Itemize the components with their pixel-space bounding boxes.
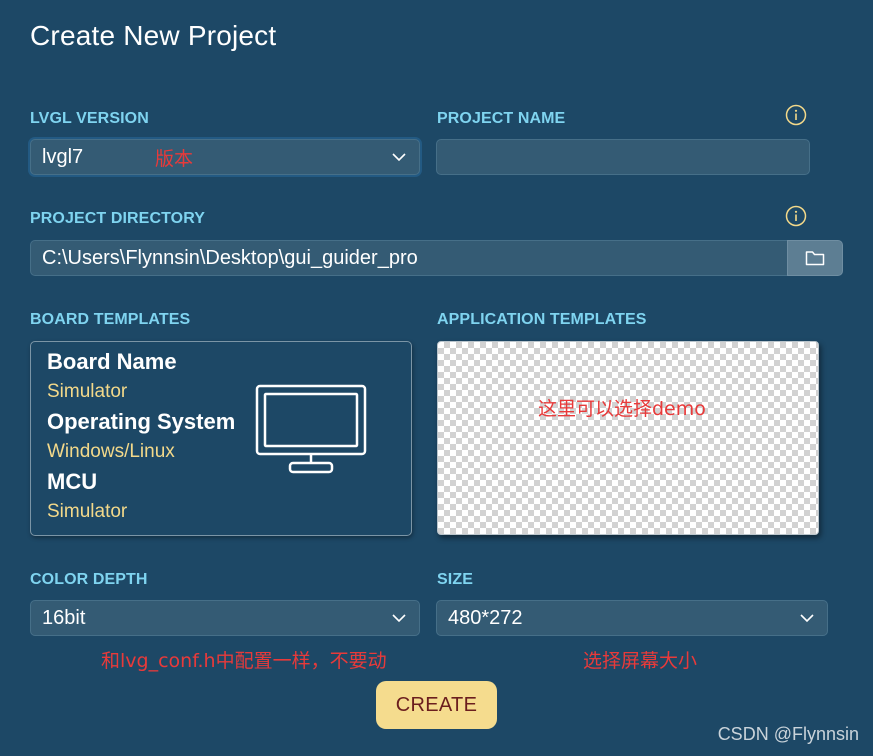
color-depth-value: 16bit — [42, 606, 86, 629]
board-name-key: Board Name — [47, 349, 177, 374]
info-icon[interactable] — [785, 205, 807, 227]
color-depth-select[interactable]: 16bit — [30, 600, 420, 636]
size-select[interactable]: 480*272 — [436, 600, 828, 636]
page-title: Create New Project — [30, 20, 277, 51]
annotation-size: 选择屏幕大小 — [583, 650, 698, 672]
annotation-app-templates: 这里可以选择demo — [538, 398, 706, 420]
project-directory-value: C:\Users\Flynnsin\Desktop\gui_guider_pro — [42, 246, 418, 269]
create-button[interactable]: CREATE — [376, 681, 497, 729]
annotation-version: 版本 — [155, 148, 194, 170]
board-template-card[interactable]: Board Name Simulator Operating System Wi… — [30, 341, 412, 536]
project-directory-label: PROJECT DIRECTORY — [30, 210, 206, 227]
monitor-icon — [255, 384, 367, 474]
project-name-label: PROJECT NAME — [437, 110, 566, 127]
chevron-down-icon — [392, 614, 406, 623]
color-depth-label: COLOR DEPTH — [30, 571, 148, 588]
size-value: 480*272 — [448, 606, 523, 629]
lvgl-version-value: lvgl7 — [42, 145, 84, 168]
project-name-input[interactable] — [436, 139, 810, 175]
size-label: SIZE — [437, 571, 473, 588]
chevron-down-icon — [392, 153, 406, 162]
watermark: CSDN @Flynnsin — [717, 724, 859, 744]
annotation-color-depth: 和lvg_conf.h中配置一样，不要动 — [101, 650, 387, 672]
browse-folder-button[interactable] — [787, 240, 843, 276]
application-template-card[interactable] — [437, 341, 819, 535]
application-templates-label: APPLICATION TEMPLATES — [437, 311, 647, 328]
mcu-value: Simulator — [47, 501, 128, 522]
board-templates-label: BOARD TEMPLATES — [30, 311, 191, 328]
chevron-down-icon — [800, 614, 814, 623]
folder-icon — [805, 251, 825, 266]
lvgl-version-label: LVGL VERSION — [30, 110, 149, 127]
info-icon[interactable] — [785, 104, 807, 126]
project-directory-input[interactable]: C:\Users\Flynnsin\Desktop\gui_guider_pro — [30, 240, 788, 276]
lvgl-version-select[interactable]: lvgl7 — [30, 139, 420, 175]
